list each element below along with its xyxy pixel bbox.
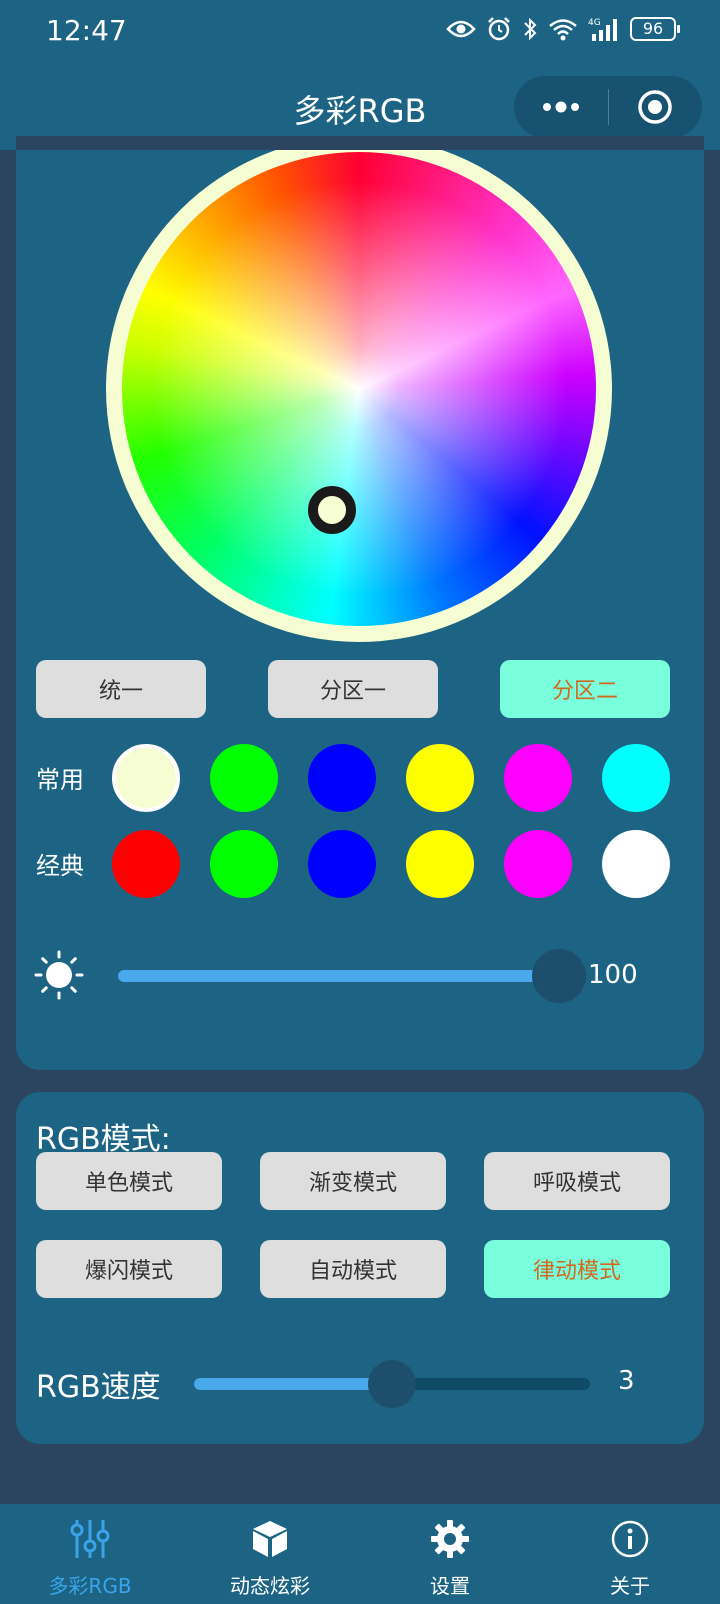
- more-dots-icon: [542, 101, 579, 113]
- target-close-icon: [638, 90, 672, 124]
- scroll-mask: [16, 136, 704, 150]
- common-colors-label: 常用: [36, 766, 84, 794]
- classic-color-swatch-3[interactable]: [308, 830, 376, 898]
- brightness-slider-fill: [118, 970, 558, 982]
- rgb-speed-label: RGB速度: [36, 1370, 161, 1405]
- brightness-value: 100: [588, 960, 638, 990]
- tab-settings-label: 设置: [430, 1574, 470, 1598]
- tab-rgb-label: 多彩RGB: [48, 1574, 132, 1598]
- classic-color-swatch-1[interactable]: [112, 830, 180, 898]
- cellular-signal-icon: 4G: [588, 18, 617, 41]
- more-button[interactable]: [514, 76, 608, 138]
- speed-value: 3: [618, 1366, 635, 1396]
- status-icons: 4G 96: [446, 16, 680, 42]
- common-color-swatch-4[interactable]: [406, 744, 474, 812]
- classic-color-swatch-4[interactable]: [406, 830, 474, 898]
- tab-dynamic-label: 动态炫彩: [230, 1574, 310, 1598]
- classic-color-swatch-2[interactable]: [210, 830, 278, 898]
- color-wheel[interactable]: [122, 152, 596, 626]
- common-color-swatch-5[interactable]: [504, 744, 572, 812]
- status-bar: 12:47 4G 96: [0, 0, 720, 66]
- tab-settings[interactable]: 设置: [360, 1504, 540, 1604]
- speed-slider-fill: [194, 1378, 392, 1390]
- mode-button-2[interactable]: 渐变模式: [260, 1152, 446, 1210]
- tab-bar: 多彩RGB 动态炫彩 设置 关于: [0, 1504, 720, 1604]
- classic-color-swatch-6[interactable]: [602, 830, 670, 898]
- common-color-swatch-6[interactable]: [602, 744, 670, 812]
- wifi-icon: [549, 19, 577, 41]
- common-color-swatch-1[interactable]: [112, 744, 180, 812]
- tab-about-label: 关于: [610, 1574, 650, 1598]
- alarm-icon: [488, 17, 510, 41]
- tab-dynamic[interactable]: 动态炫彩: [180, 1504, 360, 1604]
- zone-button-1[interactable]: 统一: [36, 660, 206, 718]
- rgb-mode-card: RGB模式: 单色模式 渐变模式 呼吸模式 爆闪模式 自动模式 律动模式 RGB速度 3: [16, 1092, 704, 1444]
- color-picker-handle[interactable]: [308, 486, 356, 534]
- mode-button-4[interactable]: 爆闪模式: [36, 1240, 222, 1298]
- mode-button-5[interactable]: 自动模式: [260, 1240, 446, 1298]
- cube-icon: [253, 1521, 287, 1557]
- info-icon: [611, 1520, 649, 1558]
- bluetooth-icon: [524, 17, 537, 41]
- eye-icon: [446, 20, 476, 38]
- mini-program-capsule: [514, 76, 702, 138]
- battery-icon: 96: [630, 17, 680, 41]
- mode-button-6[interactable]: 律动模式: [484, 1240, 670, 1298]
- mode-button-3[interactable]: 呼吸模式: [484, 1152, 670, 1210]
- color-card: 统一 分区一 分区二 常用 经典 100: [16, 136, 704, 1070]
- tab-about[interactable]: 关于: [540, 1504, 720, 1604]
- zone-button-2[interactable]: 分区一: [268, 660, 438, 718]
- speed-slider-knob[interactable]: [368, 1360, 416, 1408]
- classic-colors-label: 经典: [36, 852, 84, 880]
- sliders-icon: [70, 1520, 110, 1558]
- close-button[interactable]: [609, 76, 703, 138]
- common-color-swatch-2[interactable]: [210, 744, 278, 812]
- gear-icon: [431, 1520, 469, 1558]
- status-time: 12:47: [46, 14, 127, 47]
- common-color-swatch-3[interactable]: [308, 744, 376, 812]
- color-wheel-ring: [106, 136, 612, 642]
- zone-button-3[interactable]: 分区二: [500, 660, 670, 718]
- brightness-icon: [34, 950, 84, 1000]
- tab-rgb[interactable]: 多彩RGB: [0, 1504, 180, 1604]
- mode-button-1[interactable]: 单色模式: [36, 1152, 222, 1210]
- svg-text:4G: 4G: [588, 18, 601, 28]
- brightness-slider-knob[interactable]: [532, 949, 586, 1003]
- classic-color-swatch-5[interactable]: [504, 830, 572, 898]
